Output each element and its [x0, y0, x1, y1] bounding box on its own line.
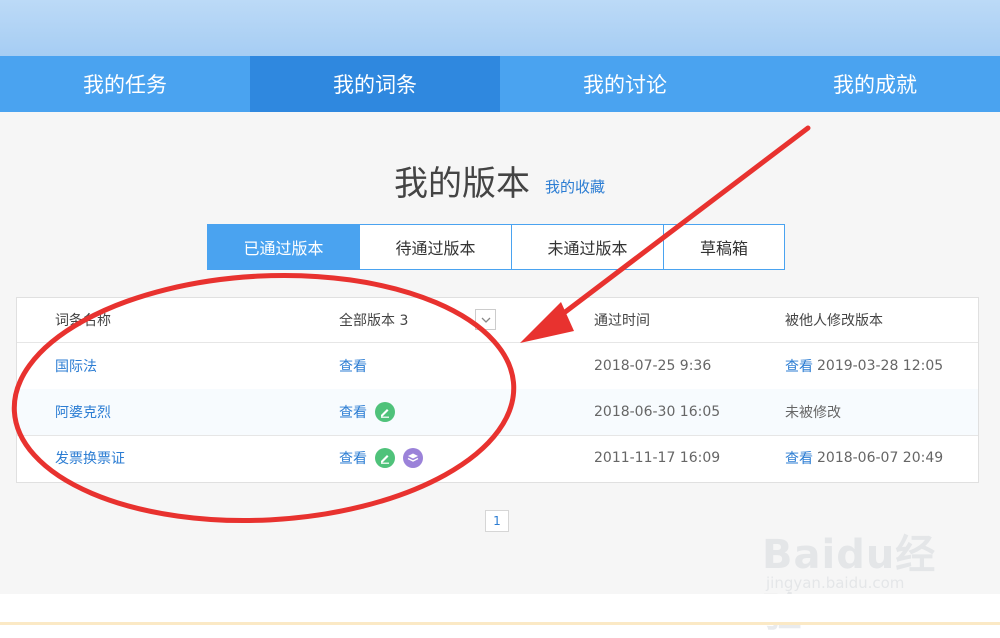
- view-link[interactable]: 查看: [339, 402, 367, 422]
- entry-name-link[interactable]: 国际法: [55, 343, 97, 389]
- modified-time: 2018-06-07 20:49: [817, 450, 944, 466]
- header-name: 词条名称: [55, 313, 111, 329]
- footer-area: [0, 594, 1000, 625]
- nav-item-achievements[interactable]: 我的成就: [750, 56, 1000, 112]
- approved-time: 2018-06-30 16:05: [594, 404, 721, 420]
- page-title: 我的版本: [394, 164, 530, 204]
- modified-view-link[interactable]: 查看: [785, 448, 813, 468]
- tab-drafts[interactable]: 草稿箱: [664, 225, 784, 269]
- edit-icon: [375, 448, 395, 468]
- entry-name-link[interactable]: 阿婆克烈: [55, 389, 111, 435]
- table-row: 阿婆克烈 查看 2018-06-30 16:05 未被修改: [17, 389, 978, 436]
- table-row: 发票换票证 查看 2011-11-17 16:09 查看 2018-06-07 …: [17, 435, 978, 481]
- header-modified: 被他人修改版本: [785, 313, 883, 329]
- tab-rejected[interactable]: 未通过版本: [512, 225, 664, 269]
- title-row: 我的版本 我的收藏: [0, 160, 1000, 208]
- top-nav: 我的任务 我的词条 我的讨论 我的成就: [0, 56, 1000, 112]
- header-versions: 全部版本 3: [339, 313, 409, 329]
- header-banner: [0, 0, 1000, 56]
- entry-name-link[interactable]: 发票换票证: [55, 435, 125, 481]
- versions-table: 词条名称 全部版本 3 通过时间 被他人修改版本 国际法 查看 2018-07-…: [16, 297, 979, 483]
- approved-time: 2018-07-25 9:36: [594, 358, 712, 374]
- versions-dropdown[interactable]: [475, 309, 496, 330]
- modified-status: 未被修改: [785, 405, 841, 421]
- nav-item-entries[interactable]: 我的词条: [250, 56, 500, 112]
- watermark-url: jingyan.baidu.com: [766, 574, 905, 592]
- layers-icon: [403, 448, 423, 468]
- baidu-jingyan-watermark: Baidu经验 jingyan.baidu.com: [762, 522, 962, 636]
- approved-time: 2011-11-17 16:09: [594, 450, 721, 466]
- nav-item-tasks[interactable]: 我的任务: [0, 56, 250, 112]
- tab-approved[interactable]: 已通过版本: [208, 225, 360, 269]
- view-link[interactable]: 查看: [339, 448, 367, 468]
- edit-icon: [375, 402, 395, 422]
- header-time: 通过时间: [594, 313, 650, 329]
- version-tabs: 已通过版本 待通过版本 未通过版本 草稿箱: [207, 224, 785, 270]
- pagination-page-1[interactable]: 1: [485, 510, 509, 532]
- tab-pending[interactable]: 待通过版本: [360, 225, 512, 269]
- modified-view-link[interactable]: 查看: [785, 356, 813, 376]
- modified-time: 2019-03-28 12:05: [817, 358, 944, 374]
- table-row: 国际法 查看 2018-07-25 9:36 查看 2019-03-28 12:…: [17, 343, 978, 390]
- view-link[interactable]: 查看: [339, 356, 367, 376]
- nav-item-discussions[interactable]: 我的讨论: [500, 56, 750, 112]
- favorites-link[interactable]: 我的收藏: [545, 176, 605, 197]
- table-header: 词条名称 全部版本 3 通过时间 被他人修改版本: [17, 298, 978, 343]
- chevron-down-icon: [481, 317, 490, 323]
